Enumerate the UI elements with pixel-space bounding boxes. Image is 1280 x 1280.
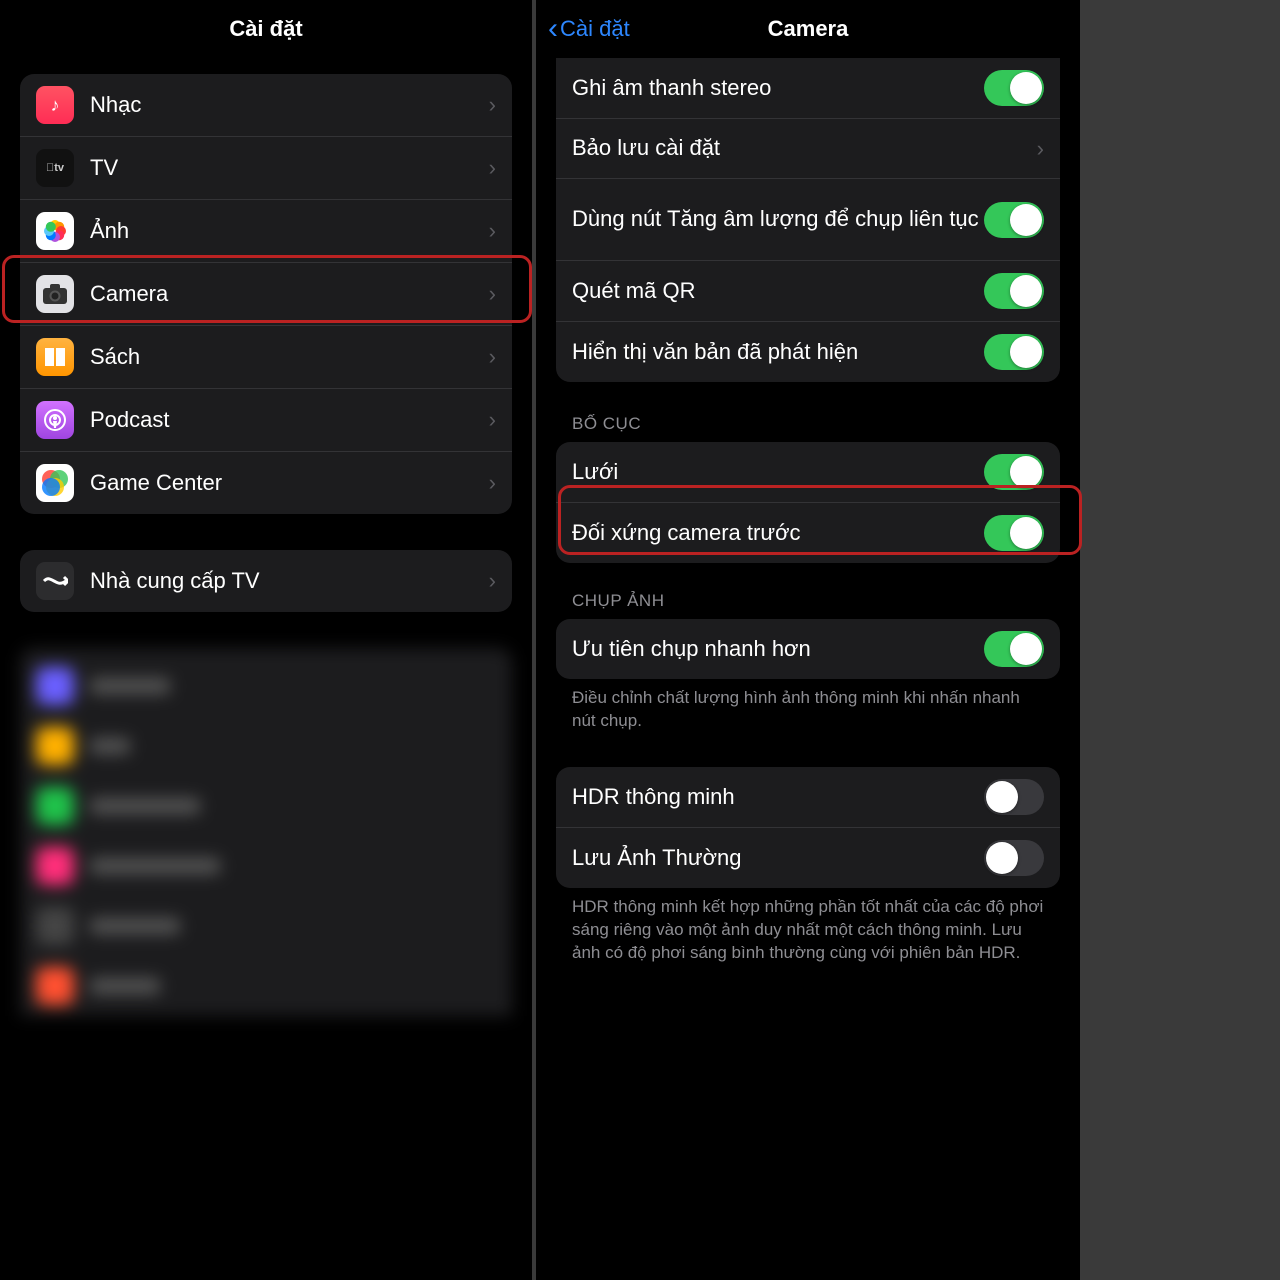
- row-label: TV: [90, 154, 481, 183]
- row-label: Nhạc: [90, 91, 481, 120]
- row-prioritize-faster[interactable]: Ưu tiên chụp nhanh hơn: [556, 619, 1060, 679]
- row-label: Ưu tiên chụp nhanh hơn: [572, 635, 984, 664]
- toggle-detected-text[interactable]: [984, 334, 1044, 370]
- row-label: Dùng nút Tăng âm lượng để chụp liên tục: [572, 205, 984, 234]
- chevron-right-icon: ›: [1037, 136, 1044, 162]
- capture-footer: Điều chỉnh chất lượng hình ảnh thông min…: [556, 679, 1060, 733]
- row-label: Hiển thị văn bản đã phát hiện: [572, 338, 984, 367]
- chevron-right-icon: ›: [489, 92, 496, 118]
- toggle-mirror-front[interactable]: [984, 515, 1044, 551]
- row-preserve-settings[interactable]: Bảo lưu cài đặt ›: [556, 119, 1060, 179]
- row-label: Lưới: [572, 458, 984, 487]
- row-label: Ảnh: [90, 217, 481, 246]
- chevron-left-icon: ‹: [548, 14, 558, 44]
- row-stereo-audio[interactable]: Ghi âm thanh stereo: [556, 58, 1060, 119]
- settings-title: Cài đặt: [229, 16, 302, 42]
- settings-row-photos[interactable]: Ảnh ›: [20, 200, 512, 263]
- settings-row-podcast[interactable]: Podcast ›: [20, 389, 512, 452]
- row-label: Quét mã QR: [572, 277, 984, 306]
- settings-row-music[interactable]: ♪ Nhạc ›: [20, 74, 512, 137]
- blurred-section: [20, 648, 512, 1016]
- row-scan-qr[interactable]: Quét mã QR: [556, 261, 1060, 322]
- settings-row-camera[interactable]: Camera ›: [20, 263, 512, 326]
- toggle-volume-burst[interactable]: [984, 202, 1044, 238]
- row-label: HDR thông minh: [572, 783, 984, 812]
- row-label: Podcast: [90, 406, 481, 435]
- books-icon: [36, 338, 74, 376]
- podcast-icon: [36, 401, 74, 439]
- toggle-grid[interactable]: [984, 454, 1044, 490]
- settings-row-tv[interactable]: tv TV ›: [20, 137, 512, 200]
- chevron-right-icon: ›: [489, 344, 496, 370]
- toggle-scan-qr[interactable]: [984, 273, 1044, 309]
- tvprovider-icon: [36, 562, 74, 600]
- chevron-right-icon: ›: [489, 218, 496, 244]
- toggle-stereo[interactable]: [984, 70, 1044, 106]
- hdr-footer: HDR thông minh kết hợp những phần tốt nh…: [556, 888, 1060, 965]
- tv-icon: tv: [36, 149, 74, 187]
- music-icon: ♪: [36, 86, 74, 124]
- row-label: Bảo lưu cài đặt: [572, 134, 1029, 163]
- section-layout-title: BỐ CỤC: [556, 414, 1060, 442]
- settings-row-books[interactable]: Sách ›: [20, 326, 512, 389]
- row-label: Camera: [90, 280, 481, 309]
- row-volume-burst[interactable]: Dùng nút Tăng âm lượng để chụp liên tục: [556, 179, 1060, 261]
- chevron-right-icon: ›: [489, 568, 496, 594]
- row-label: Sách: [90, 343, 481, 372]
- row-smart-hdr[interactable]: HDR thông minh: [556, 767, 1060, 828]
- row-label: Đối xứng camera trước: [572, 519, 984, 548]
- camera-title: Camera: [768, 16, 849, 42]
- settings-row-gamecenter[interactable]: Game Center ›: [20, 452, 512, 514]
- row-detected-text[interactable]: Hiển thị văn bản đã phát hiện: [556, 322, 1060, 382]
- back-label: Cài đặt: [560, 16, 630, 42]
- toggle-keep-normal[interactable]: [984, 840, 1044, 876]
- toggle-prioritize-faster[interactable]: [984, 631, 1044, 667]
- chevron-right-icon: ›: [489, 155, 496, 181]
- row-label: Ghi âm thanh stereo: [572, 74, 984, 103]
- gamecenter-icon: [36, 464, 74, 502]
- back-button[interactable]: ‹ Cài đặt: [548, 0, 630, 58]
- row-keep-normal[interactable]: Lưu Ảnh Thường: [556, 828, 1060, 888]
- photos-icon: [36, 212, 74, 250]
- row-mirror-front[interactable]: Đối xứng camera trước: [556, 503, 1060, 563]
- row-label: Game Center: [90, 469, 481, 498]
- row-label: Lưu Ảnh Thường: [572, 844, 984, 873]
- camera-icon: [36, 275, 74, 313]
- settings-row-tvprovider[interactable]: Nhà cung cấp TV ›: [20, 550, 512, 612]
- chevron-right-icon: ›: [489, 407, 496, 433]
- row-grid[interactable]: Lưới: [556, 442, 1060, 503]
- chevron-right-icon: ›: [489, 470, 496, 496]
- row-label: Nhà cung cấp TV: [90, 567, 481, 596]
- section-capture-title: CHỤP ẢNH: [556, 591, 1060, 619]
- chevron-right-icon: ›: [489, 281, 496, 307]
- toggle-smart-hdr[interactable]: [984, 779, 1044, 815]
